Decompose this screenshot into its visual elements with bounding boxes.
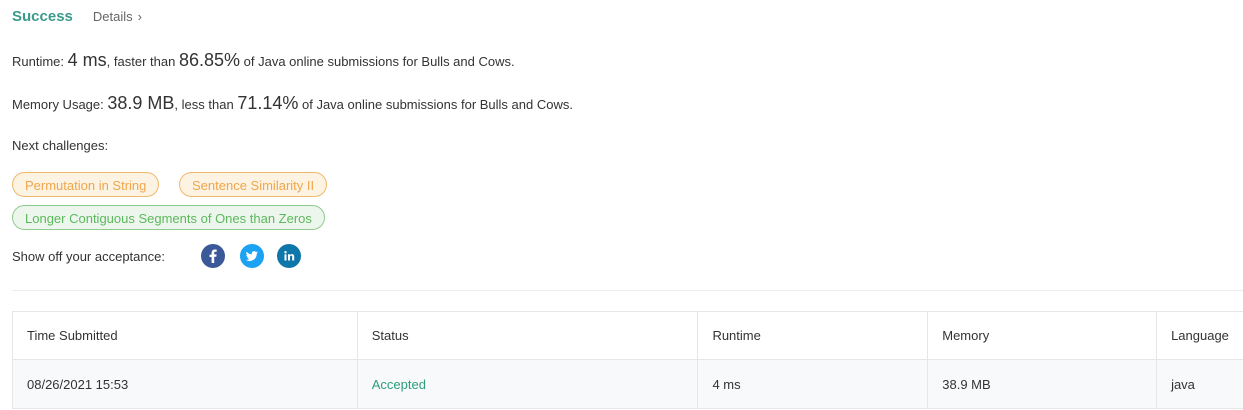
- memory-percent: 71.14%: [237, 93, 299, 113]
- column-header-runtime[interactable]: Runtime: [698, 312, 929, 359]
- submissions-table: Time Submitted Status Runtime Memory Lan…: [12, 311, 1243, 409]
- challenge-tag-permutation-in-string[interactable]: Permutation in String: [12, 172, 160, 197]
- twitter-icon[interactable]: [240, 244, 264, 268]
- details-link[interactable]: Details ›: [93, 9, 142, 24]
- challenge-tag-longer-contiguous-segments[interactable]: Longer Contiguous Segments of Ones than …: [12, 205, 325, 230]
- cell-memory: 38.9 MB: [928, 360, 1158, 408]
- runtime-label: Runtime:: [12, 54, 65, 69]
- next-challenges-label: Next challenges:: [12, 138, 109, 153]
- submission-result-panel: Success Details › Runtime: 4 ms, faster t…: [0, 0, 1243, 410]
- cell-time-submitted: 08/26/2021 15:53: [13, 360, 358, 408]
- cell-runtime: 4 ms: [698, 360, 929, 408]
- runtime-value: 4 ms: [67, 50, 107, 70]
- table-header-row: Time Submitted Status Runtime Memory Lan…: [13, 312, 1243, 360]
- chevron-right-icon: ›: [137, 9, 142, 24]
- memory-value: 38.9 MB: [107, 93, 175, 113]
- runtime-suffix: of Java online submissions for Bulls and…: [243, 54, 515, 69]
- linkedin-icon[interactable]: [277, 244, 301, 268]
- cell-status: Accepted: [358, 360, 699, 408]
- result-status-label: Success: [12, 8, 73, 25]
- facebook-icon[interactable]: [201, 244, 225, 268]
- memory-suffix: of Java online submissions for Bulls and…: [302, 97, 573, 112]
- memory-stat: Memory Usage: 38.9 MB, less than 71.14% …: [12, 93, 573, 114]
- runtime-percent: 86.85%: [178, 50, 241, 70]
- challenge-tag-sentence-similarity-ii[interactable]: Sentence Similarity II: [179, 172, 328, 197]
- column-header-language[interactable]: Language: [1157, 312, 1243, 359]
- result-header: Success Details ›: [12, 8, 142, 25]
- column-header-status[interactable]: Status: [358, 312, 699, 359]
- accepted-status-link[interactable]: Accepted: [372, 377, 426, 392]
- column-header-time-submitted[interactable]: Time Submitted: [13, 312, 358, 359]
- memory-label: Memory Usage:: [12, 97, 104, 112]
- column-header-memory[interactable]: Memory: [928, 312, 1158, 359]
- details-label: Details: [92, 9, 133, 24]
- section-divider: [12, 290, 1243, 291]
- cell-language: java: [1171, 376, 1195, 392]
- table-row: 08/26/2021 15:53 Accepted 4 ms 38.9 MB j…: [13, 360, 1243, 408]
- share-label: Show off your acceptance:: [12, 249, 165, 264]
- memory-comparison: , less than: [174, 97, 234, 112]
- runtime-comparison: , faster than: [106, 54, 176, 69]
- runtime-stat: Runtime: 4 ms, faster than 86.85% of Jav…: [12, 50, 515, 71]
